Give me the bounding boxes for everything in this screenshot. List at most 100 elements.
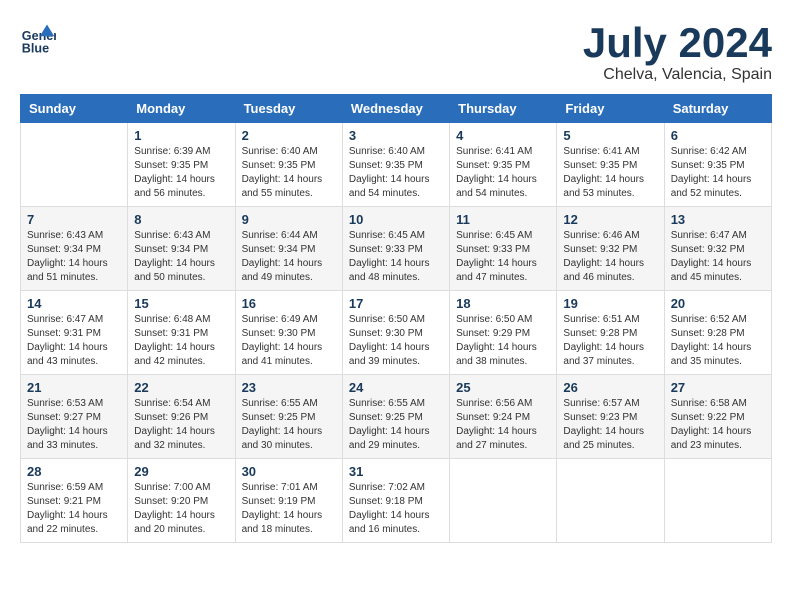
day-info: Sunrise: 6:56 AMSunset: 9:24 PMDaylight:… — [456, 397, 550, 453]
day-number: 11 — [456, 212, 550, 227]
day-number: 24 — [349, 380, 443, 395]
weekday-header-cell: Friday — [557, 95, 664, 123]
weekday-header-cell: Monday — [128, 95, 235, 123]
calendar-day-cell: 15 Sunrise: 6:48 AMSunset: 9:31 PMDayligh… — [128, 291, 235, 375]
calendar-day-cell: 26 Sunrise: 6:57 AMSunset: 9:23 PMDayligh… — [557, 375, 664, 459]
calendar-day-cell: 29 Sunrise: 7:00 AMSunset: 9:20 PMDayligh… — [128, 459, 235, 543]
weekday-header-row: SundayMondayTuesdayWednesdayThursdayFrid… — [21, 95, 772, 123]
day-number: 19 — [563, 296, 657, 311]
day-info: Sunrise: 6:49 AMSunset: 9:30 PMDaylight:… — [242, 313, 336, 369]
day-info: Sunrise: 6:42 AMSunset: 9:35 PMDaylight:… — [671, 145, 765, 201]
day-info: Sunrise: 6:51 AMSunset: 9:28 PMDaylight:… — [563, 313, 657, 369]
day-info: Sunrise: 6:45 AMSunset: 9:33 PMDaylight:… — [456, 229, 550, 285]
calendar-day-cell: 10 Sunrise: 6:45 AMSunset: 9:33 PMDayligh… — [342, 207, 449, 291]
day-number: 17 — [349, 296, 443, 311]
day-number: 6 — [671, 128, 765, 143]
day-info: Sunrise: 6:46 AMSunset: 9:32 PMDaylight:… — [563, 229, 657, 285]
day-number: 21 — [27, 380, 121, 395]
calendar-day-cell: 25 Sunrise: 6:56 AMSunset: 9:24 PMDayligh… — [450, 375, 557, 459]
header: General Blue July 2024 Chelva, Valencia,… — [20, 20, 772, 84]
logo: General Blue — [20, 20, 56, 56]
calendar-day-cell — [21, 123, 128, 207]
day-number: 16 — [242, 296, 336, 311]
day-info: Sunrise: 6:54 AMSunset: 9:26 PMDaylight:… — [134, 397, 228, 453]
day-number: 26 — [563, 380, 657, 395]
day-number: 10 — [349, 212, 443, 227]
weekday-header-cell: Saturday — [664, 95, 771, 123]
calendar-day-cell: 13 Sunrise: 6:47 AMSunset: 9:32 PMDayligh… — [664, 207, 771, 291]
day-info: Sunrise: 6:47 AMSunset: 9:32 PMDaylight:… — [671, 229, 765, 285]
svg-text:Blue: Blue — [22, 41, 49, 55]
calendar-week-row: 7Sunrise: 6:43 AMSunset: 9:34 PMDaylight… — [21, 207, 772, 291]
calendar-day-cell: 5 Sunrise: 6:41 AMSunset: 9:35 PMDaylight… — [557, 123, 664, 207]
day-number: 8 — [134, 212, 228, 227]
day-number: 4 — [456, 128, 550, 143]
sub-title: Chelva, Valencia, Spain — [583, 66, 772, 84]
day-info: Sunrise: 6:48 AMSunset: 9:31 PMDaylight:… — [134, 313, 228, 369]
day-number: 18 — [456, 296, 550, 311]
calendar-day-cell: 28Sunrise: 6:59 AMSunset: 9:21 PMDayligh… — [21, 459, 128, 543]
weekday-header-cell: Sunday — [21, 95, 128, 123]
day-info: Sunrise: 6:41 AMSunset: 9:35 PMDaylight:… — [456, 145, 550, 201]
day-number: 31 — [349, 464, 443, 479]
day-info: Sunrise: 7:02 AMSunset: 9:18 PMDaylight:… — [349, 481, 443, 537]
calendar-day-cell: 27Sunrise: 6:58 AMSunset: 9:22 PMDayligh… — [664, 375, 771, 459]
calendar-day-cell: 12 Sunrise: 6:46 AMSunset: 9:32 PMDayligh… — [557, 207, 664, 291]
calendar-day-cell: 18 Sunrise: 6:50 AMSunset: 9:29 PMDayligh… — [450, 291, 557, 375]
day-number: 25 — [456, 380, 550, 395]
weekday-header-cell: Tuesday — [235, 95, 342, 123]
day-info: Sunrise: 6:45 AMSunset: 9:33 PMDaylight:… — [349, 229, 443, 285]
day-info: Sunrise: 6:55 AMSunset: 9:25 PMDaylight:… — [349, 397, 443, 453]
day-info: Sunrise: 6:41 AMSunset: 9:35 PMDaylight:… — [563, 145, 657, 201]
calendar-day-cell: 24 Sunrise: 6:55 AMSunset: 9:25 PMDayligh… — [342, 375, 449, 459]
day-info: Sunrise: 6:44 AMSunset: 9:34 PMDaylight:… — [242, 229, 336, 285]
day-info: Sunrise: 6:53 AMSunset: 9:27 PMDaylight:… — [27, 397, 121, 453]
day-number: 20 — [671, 296, 765, 311]
day-number: 14 — [27, 296, 121, 311]
calendar-day-cell: 6 Sunrise: 6:42 AMSunset: 9:35 PMDaylight… — [664, 123, 771, 207]
day-number: 30 — [242, 464, 336, 479]
weekday-header-cell: Thursday — [450, 95, 557, 123]
day-info: Sunrise: 7:01 AMSunset: 9:19 PMDaylight:… — [242, 481, 336, 537]
weekday-header-cell: Wednesday — [342, 95, 449, 123]
day-number: 2 — [242, 128, 336, 143]
day-info: Sunrise: 6:50 AMSunset: 9:30 PMDaylight:… — [349, 313, 443, 369]
day-info: Sunrise: 6:57 AMSunset: 9:23 PMDaylight:… — [563, 397, 657, 453]
calendar-day-cell: 19 Sunrise: 6:51 AMSunset: 9:28 PMDayligh… — [557, 291, 664, 375]
day-number: 9 — [242, 212, 336, 227]
day-number: 15 — [134, 296, 228, 311]
day-info: Sunrise: 6:39 AMSunset: 9:35 PMDaylight:… — [134, 145, 228, 201]
calendar-day-cell: 14Sunrise: 6:47 AMSunset: 9:31 PMDayligh… — [21, 291, 128, 375]
calendar-day-cell: 16 Sunrise: 6:49 AMSunset: 9:30 PMDayligh… — [235, 291, 342, 375]
calendar-day-cell — [557, 459, 664, 543]
calendar-day-cell: 7Sunrise: 6:43 AMSunset: 9:34 PMDaylight… — [21, 207, 128, 291]
calendar-week-row: 28Sunrise: 6:59 AMSunset: 9:21 PMDayligh… — [21, 459, 772, 543]
calendar-day-cell: 30 Sunrise: 7:01 AMSunset: 9:19 PMDayligh… — [235, 459, 342, 543]
day-number: 23 — [242, 380, 336, 395]
calendar-day-cell: 3Sunrise: 6:40 AMSunset: 9:35 PMDaylight… — [342, 123, 449, 207]
calendar-body: 1Sunrise: 6:39 AMSunset: 9:35 PMDaylight… — [21, 123, 772, 543]
day-info: Sunrise: 7:00 AMSunset: 9:20 PMDaylight:… — [134, 481, 228, 537]
calendar-day-cell: 20Sunrise: 6:52 AMSunset: 9:28 PMDayligh… — [664, 291, 771, 375]
main-title: July 2024 — [583, 20, 772, 66]
day-info: Sunrise: 6:43 AMSunset: 9:34 PMDaylight:… — [134, 229, 228, 285]
calendar-day-cell: 31 Sunrise: 7:02 AMSunset: 9:18 PMDayligh… — [342, 459, 449, 543]
day-number: 27 — [671, 380, 765, 395]
day-number: 29 — [134, 464, 228, 479]
day-info: Sunrise: 6:59 AMSunset: 9:21 PMDaylight:… — [27, 481, 121, 537]
calendar-day-cell: 1Sunrise: 6:39 AMSunset: 9:35 PMDaylight… — [128, 123, 235, 207]
day-info: Sunrise: 6:50 AMSunset: 9:29 PMDaylight:… — [456, 313, 550, 369]
calendar-week-row: 1Sunrise: 6:39 AMSunset: 9:35 PMDaylight… — [21, 123, 772, 207]
day-info: Sunrise: 6:55 AMSunset: 9:25 PMDaylight:… — [242, 397, 336, 453]
calendar-day-cell: 21 Sunrise: 6:53 AMSunset: 9:27 PMDayligh… — [21, 375, 128, 459]
calendar-day-cell: 2Sunrise: 6:40 AMSunset: 9:35 PMDaylight… — [235, 123, 342, 207]
day-number: 12 — [563, 212, 657, 227]
day-number: 5 — [563, 128, 657, 143]
day-number: 13 — [671, 212, 765, 227]
calendar-day-cell: 9 Sunrise: 6:44 AMSunset: 9:34 PMDaylight… — [235, 207, 342, 291]
calendar-day-cell: 23 Sunrise: 6:55 AMSunset: 9:25 PMDayligh… — [235, 375, 342, 459]
calendar-week-row: 14Sunrise: 6:47 AMSunset: 9:31 PMDayligh… — [21, 291, 772, 375]
calendar-day-cell: 4 Sunrise: 6:41 AMSunset: 9:35 PMDaylight… — [450, 123, 557, 207]
calendar-day-cell — [450, 459, 557, 543]
title-area: July 2024 Chelva, Valencia, Spain — [583, 20, 772, 84]
